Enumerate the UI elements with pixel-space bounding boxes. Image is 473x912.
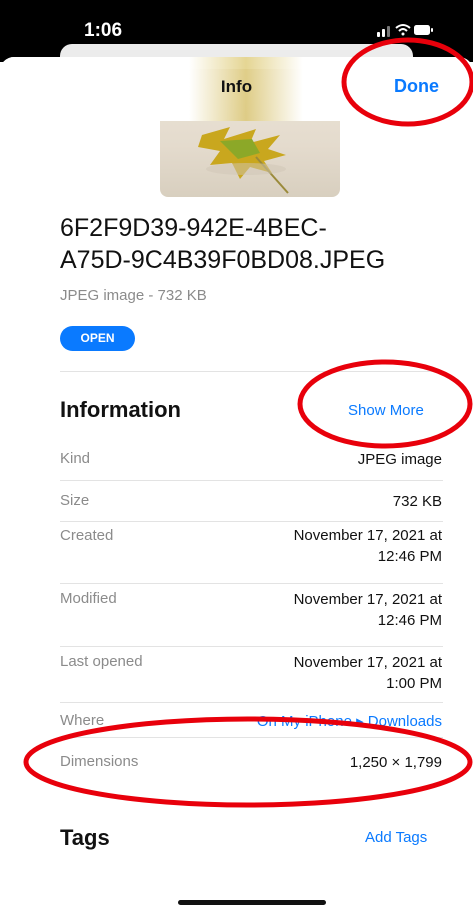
- divider: [60, 480, 443, 481]
- file-name: 6F2F9D39-942E-4BEC- A75D-9C4B39F0BD08.JP…: [60, 212, 460, 276]
- nav-bar: Info Done: [0, 57, 473, 121]
- file-name-line1: 6F2F9D39-942E-4BEC-: [60, 214, 327, 242]
- add-tags-button[interactable]: Add Tags: [365, 829, 427, 846]
- row-label-dimensions: Dimensions: [60, 753, 139, 770]
- row-value-size: 732 KB: [392, 493, 442, 510]
- row-value-created: November 17, 2021 at 12:46 PM: [293, 527, 442, 565]
- divider: [60, 646, 443, 647]
- status-time: 1:06: [84, 20, 123, 41]
- row-value-last-opened: November 17, 2021 at 1:00 PM: [293, 654, 442, 692]
- information-heading: Information: [60, 397, 181, 422]
- row-value-kind: JPEG image: [357, 451, 442, 468]
- leaf-image: [198, 127, 289, 194]
- file-name-line2: A75D-9C4B39F0BD08.JPEG: [60, 246, 386, 274]
- row-label-size: Size: [60, 492, 90, 509]
- divider: [60, 702, 443, 703]
- status-icons: [377, 22, 433, 38]
- tags-heading: Tags: [60, 825, 110, 850]
- open-button[interactable]: OPEN: [60, 326, 135, 351]
- divider: [60, 371, 443, 372]
- file-kind-size: JPEG image - 732 KB: [60, 287, 207, 304]
- home-indicator: [178, 900, 326, 905]
- row-label-modified: Modified: [60, 590, 117, 607]
- info-sheet: Info Done 6F2F9D39-942E-4BEC- A75D-9C4B3…: [0, 57, 473, 912]
- wifi-icon: [395, 24, 411, 36]
- row-label-where: Where: [60, 712, 105, 729]
- show-more-button[interactable]: Show More: [348, 402, 424, 419]
- divider: [60, 737, 443, 738]
- row-label-last-opened: Last opened: [60, 653, 143, 670]
- done-button[interactable]: Done: [394, 76, 439, 97]
- row-value-where-link[interactable]: On My iPhone ▸ Downloads: [182, 711, 442, 732]
- row-value-modified: November 17, 2021 at 12:46 PM: [293, 591, 442, 629]
- divider: [60, 521, 443, 522]
- divider: [60, 583, 443, 584]
- cellular-signal-icon: [377, 26, 390, 37]
- row-label-created: Created: [60, 527, 114, 544]
- battery-icon: [414, 25, 433, 35]
- row-label-kind: Kind: [60, 450, 91, 467]
- row-value-dimensions: 1,250 × 1,799: [349, 754, 442, 771]
